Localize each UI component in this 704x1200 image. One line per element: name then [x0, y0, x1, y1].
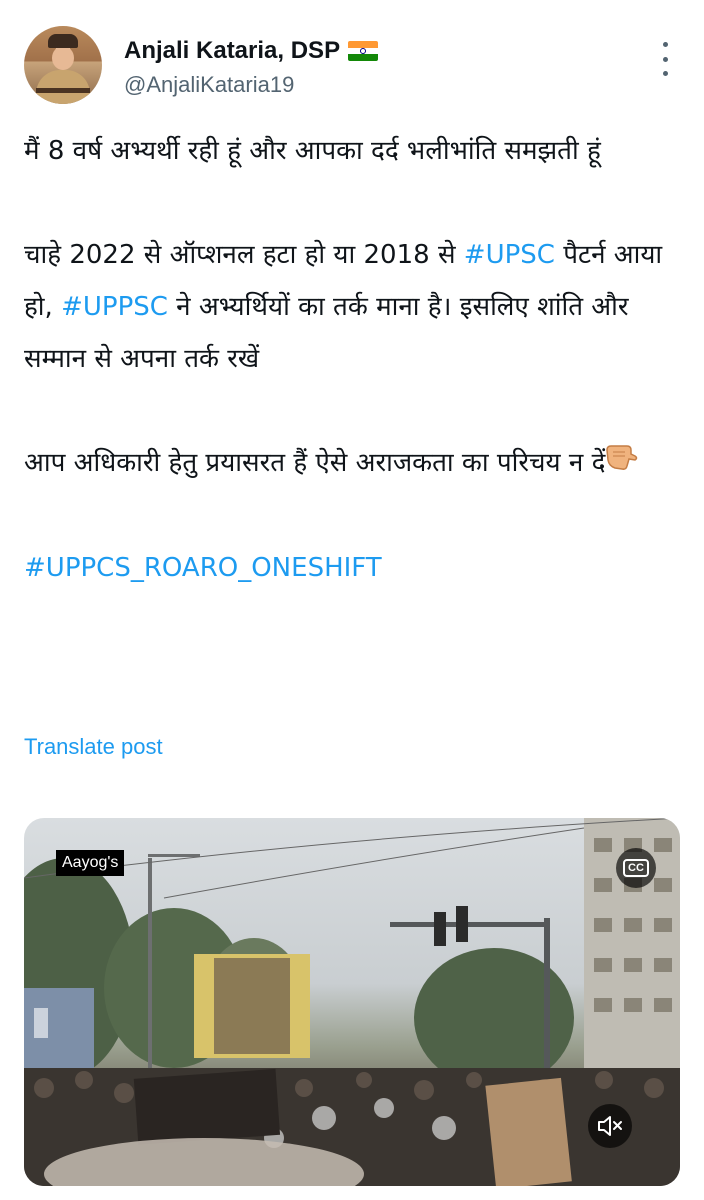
author-name-row[interactable]: Anjali Kataria, DSP [124, 35, 379, 67]
avatar-body [36, 70, 90, 104]
avatar-face [52, 46, 74, 70]
india-flag-icon [348, 41, 379, 61]
more-options-icon[interactable] [654, 42, 676, 76]
hashtag-upsc-link[interactable]: #UPSC [464, 240, 555, 270]
video-overlay-label: Aayog's [56, 850, 125, 876]
post-paragraph-3: आप अधिकारी हेतु प्रयासरत हैं ऐसे अराजकता… [24, 437, 684, 490]
post-paragraph-1: मैं 8 वर्ष अभ्यर्थी रही हूं और आपका दर्द… [24, 136, 601, 166]
post-paragraph-2: चाहे 2022 से ऑप्शनल हटा हो या 2018 से #U… [24, 229, 684, 385]
pointing-down-hand-icon [605, 438, 639, 490]
hashtag-uppsc-link[interactable]: #UPPSC [61, 292, 168, 322]
profile-avatar[interactable] [24, 26, 102, 104]
closed-captions-icon: CC [623, 859, 649, 877]
muted-speaker-icon [598, 1116, 622, 1136]
translate-post-link[interactable]: Translate post [24, 734, 163, 760]
post-text-segment: आप अधिकारी हेतु प्रयासरत हैं ऐसे अराजकता… [24, 448, 606, 478]
avatar-cap [48, 34, 78, 48]
hashtag-main-link[interactable]: #UPPCS_ROARO_ONESHIFT [24, 542, 684, 594]
author-name[interactable]: Anjali Kataria, DSP [124, 37, 340, 65]
avatar-belt [36, 88, 90, 93]
video-player[interactable]: Aayog's CC [24, 818, 680, 1186]
post-text-segment: चाहे 2022 से ऑप्शनल हटा हो या 2018 से [24, 240, 464, 270]
post-text: मैं 8 वर्ष अभ्यर्थी रही हूं और आपका दर्द… [24, 125, 684, 594]
author-handle[interactable]: @AnjaliKataria19 [124, 72, 294, 98]
closed-captions-button[interactable]: CC [616, 848, 656, 888]
mute-toggle-button[interactable] [588, 1104, 632, 1148]
